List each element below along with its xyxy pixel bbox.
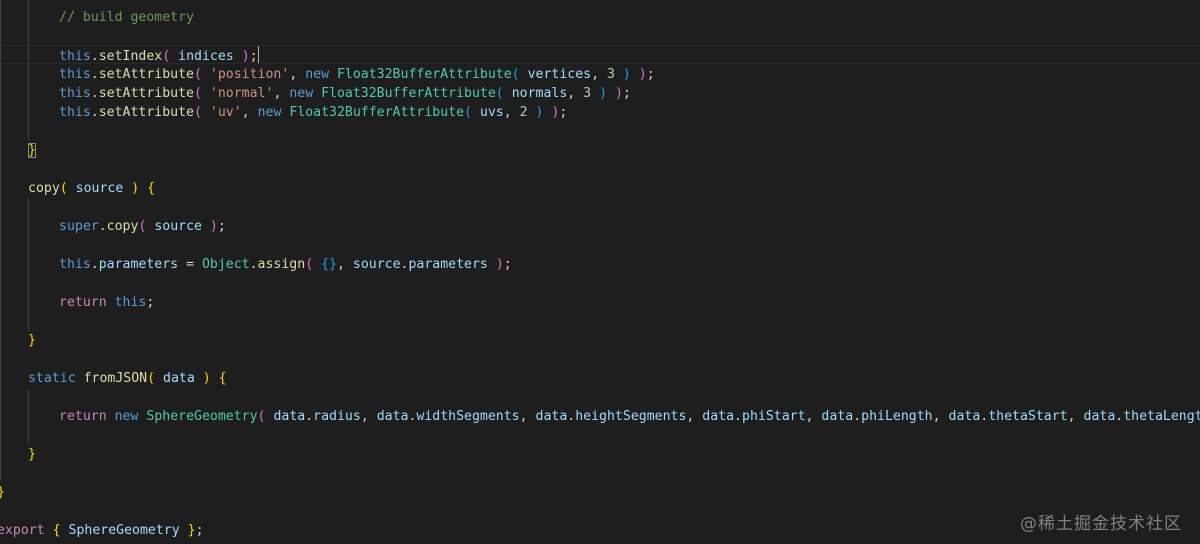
closing-brace: } <box>28 447 36 462</box>
code-line-6: } <box>28 141 36 160</box>
code-line-4: this.setAttribute( 'normal', new Float32… <box>59 86 631 101</box>
argument: data <box>1083 409 1116 424</box>
closing-brace: } <box>28 333 36 348</box>
code-line-10: return this; <box>59 295 155 310</box>
argument: source <box>75 181 124 196</box>
keyword-this: this <box>59 49 91 64</box>
argument: data <box>535 409 568 424</box>
argument: data <box>273 409 306 424</box>
property: phiStart <box>742 409 806 424</box>
property: radius <box>313 409 361 424</box>
code-line-8: super.copy( source ); <box>59 219 226 234</box>
code-line-7: copy( source ) { <box>28 181 156 196</box>
property: thetaLength <box>1123 409 1200 424</box>
indent-guide <box>28 0 29 140</box>
code-line-16: export { SphereGeometry }; <box>0 521 204 540</box>
class-name: Object <box>201 257 250 272</box>
closing-brace: } <box>28 143 36 158</box>
code-line-1: // build geometry <box>59 8 194 27</box>
method-name: copy <box>28 181 60 196</box>
number-literal: 3 <box>606 67 615 82</box>
property: parameters <box>408 257 488 272</box>
number-literal: 3 <box>583 86 592 101</box>
argument: normals <box>511 86 568 101</box>
property: parameters <box>98 257 179 272</box>
code-line-13: return new SphereGeometry( data.radius, … <box>59 407 1200 426</box>
argument: data <box>702 409 735 424</box>
property: widthSegments <box>416 409 520 424</box>
keyword-new: new <box>114 409 139 424</box>
keyword-this: this <box>59 105 91 120</box>
code-line-5: this.setAttribute( 'uv', new Float32Buff… <box>59 105 568 120</box>
method-name: setAttribute <box>98 86 194 101</box>
number-literal: 2 <box>519 105 528 120</box>
code-line-3: this.setAttribute( 'position', new Float… <box>59 67 655 82</box>
comment: // build geometry <box>59 10 194 25</box>
string-literal: 'position' <box>209 67 290 82</box>
keyword-this: this <box>59 86 91 101</box>
method-name: setAttribute <box>98 105 194 120</box>
argument: data <box>821 409 854 424</box>
keyword-super: super <box>59 219 99 234</box>
class-name: Float32BufferAttribute <box>289 105 465 120</box>
method-name: assign <box>257 257 306 272</box>
keyword-export: export <box>0 523 45 538</box>
keyword-this: this <box>59 67 91 82</box>
argument: source <box>352 257 401 272</box>
method-name: copy <box>106 219 139 234</box>
method-name: setIndex <box>98 49 163 64</box>
property: heightSegments <box>575 409 687 424</box>
indent-guide <box>0 0 1 480</box>
property: thetaStart <box>988 409 1068 424</box>
code-line-11: } <box>28 331 36 350</box>
indent-guide <box>28 198 29 331</box>
string-literal: 'uv' <box>209 105 242 120</box>
keyword-static: static <box>28 371 76 386</box>
export-name: SphereGeometry <box>68 523 180 538</box>
class-name: SphereGeometry <box>146 409 258 424</box>
code-editor[interactable]: // build geometry this.setIndex( indices… <box>0 0 1200 544</box>
class-name: Float32BufferAttribute <box>321 86 496 101</box>
keyword-return: return <box>59 295 107 310</box>
keyword-new: new <box>289 86 314 101</box>
class-name: Float32BufferAttribute <box>336 67 512 82</box>
argument: data <box>376 409 409 424</box>
argument: vertices <box>527 67 592 82</box>
text-cursor <box>257 46 259 63</box>
argument: data <box>948 409 981 424</box>
keyword-new: new <box>305 67 330 82</box>
indent-guide <box>28 389 29 444</box>
property: phiLength <box>861 409 933 424</box>
keyword-new: new <box>257 105 282 120</box>
code-line-14: } <box>28 445 36 464</box>
keyword-return: return <box>59 409 107 424</box>
keyword-this: this <box>59 257 91 272</box>
argument: source <box>154 219 202 234</box>
argument: data <box>163 371 195 386</box>
argument: uvs <box>479 105 504 120</box>
watermark: @稀土掘金技术社区 <box>1020 514 1182 534</box>
string-literal: 'normal' <box>209 86 274 101</box>
argument: indices <box>178 49 234 64</box>
code-line-15: } <box>0 483 5 502</box>
code-line-12: static fromJSON( data ) { <box>28 371 227 386</box>
method-name: setAttribute <box>98 67 194 82</box>
code-line-9: this.parameters = Object.assign( {}, sou… <box>59 257 512 272</box>
method-name: fromJSON <box>83 371 148 386</box>
closing-brace: } <box>0 485 5 500</box>
code-line-2: this.setIndex( indices ); <box>59 46 259 65</box>
keyword-this: this <box>114 295 147 310</box>
